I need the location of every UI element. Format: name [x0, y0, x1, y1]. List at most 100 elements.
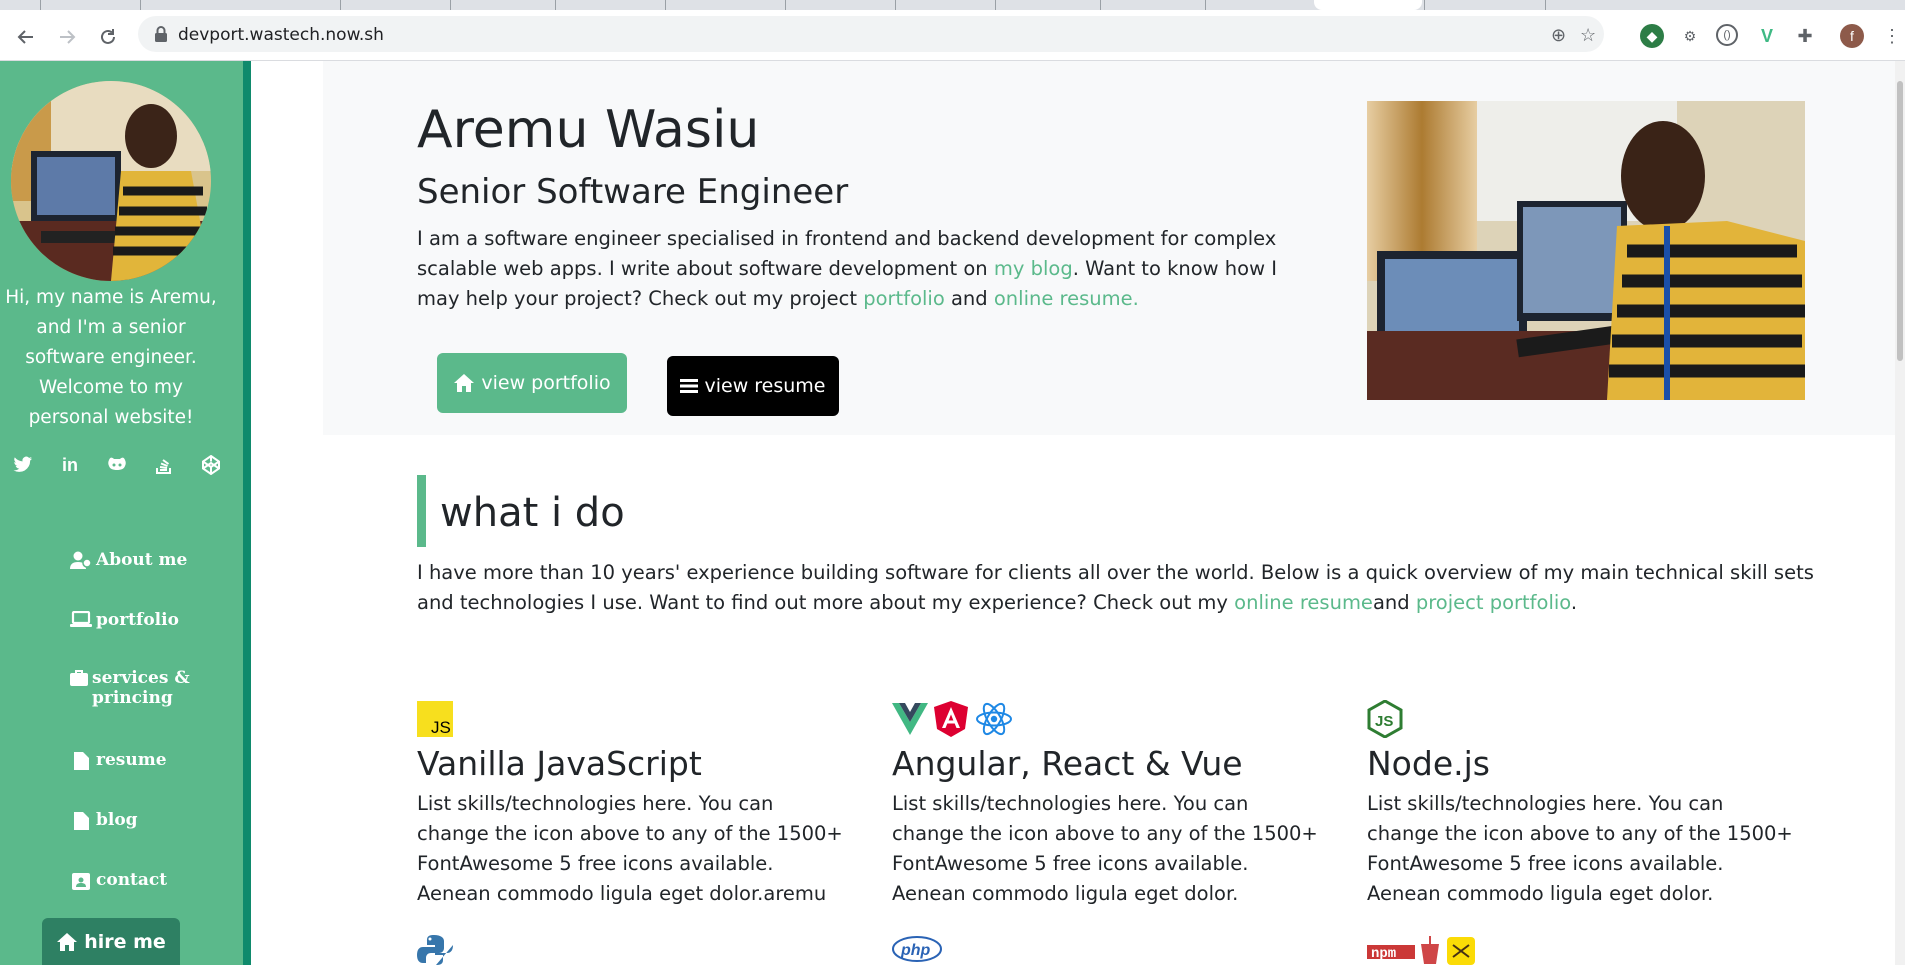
avatar: [11, 81, 211, 281]
skill-description: List skills/technologies here. You can c…: [417, 792, 843, 905]
section-text: I have more than 10 years' experience bu…: [417, 561, 1814, 614]
nav-about-me[interactable]: About me: [70, 550, 187, 570]
browser-tab-strip: [0, 0, 1905, 10]
bookmark-star-icon[interactable]: ☆: [1580, 25, 1596, 46]
skill-icons-row: php: [892, 935, 942, 963]
what-i-do-text: I have more than 10 years' experience bu…: [417, 558, 1817, 618]
reload-button[interactable]: [94, 23, 122, 51]
hire-me-button[interactable]: hire me: [42, 918, 180, 965]
linkedin-icon[interactable]: in: [59, 454, 81, 476]
nav-label: resume: [96, 750, 167, 770]
what-i-do-heading: what i do: [440, 490, 625, 536]
forward-button[interactable]: [53, 23, 81, 51]
portfolio-link[interactable]: portfolio: [863, 287, 945, 310]
browser-tab[interactable]: [665, 0, 776, 10]
resume-link[interactable]: online resume.: [994, 287, 1139, 310]
skill-card: Angular, React & Vue List skills/technol…: [892, 700, 1322, 909]
nav-resume[interactable]: resume: [70, 750, 167, 770]
skill-card: JS Vanilla JavaScript List skills/techno…: [417, 700, 847, 909]
sidebar-edge: [243, 61, 251, 965]
codepen-icon[interactable]: [200, 454, 222, 476]
view-resume-button[interactable]: view resume: [667, 356, 839, 416]
profile-title: Senior Software Engineer: [417, 172, 849, 212]
browser-tab[interactable]: [895, 0, 996, 10]
browser-tab-active[interactable]: [1314, 0, 1422, 10]
browser-tab[interactable]: [1545, 0, 1666, 10]
github-icon[interactable]: [106, 454, 128, 476]
nav-label: blog: [96, 810, 138, 830]
address-url[interactable]: devport.wastech.now.sh: [178, 25, 384, 45]
address-bar[interactable]: devport.wastech.now.sh ⊕ ☆: [138, 16, 1604, 52]
browser-tab[interactable]: [40, 0, 141, 10]
back-button[interactable]: [12, 23, 40, 51]
section-text: .: [1570, 591, 1578, 614]
js-icon: JS: [417, 701, 453, 737]
view-portfolio-button[interactable]: view portfolio: [437, 353, 627, 413]
laptop-icon: [70, 610, 92, 630]
nav-contact[interactable]: contact: [70, 870, 167, 890]
profile-photo: [11, 81, 211, 281]
browser-menu-icon[interactable]: ⋮: [1880, 24, 1904, 48]
view-resume-label: view resume: [704, 375, 826, 397]
home-icon: [57, 932, 78, 951]
reload-icon: [101, 29, 115, 44]
svg-text:JS: JS: [431, 718, 451, 737]
user-icon: [70, 550, 92, 570]
file-icon: [70, 810, 92, 830]
extensions-puzzle-icon[interactable]: ✚: [1793, 24, 1817, 48]
nav-portfolio[interactable]: portfolio: [70, 610, 179, 630]
profile-photo-large: [1367, 101, 1805, 400]
forward-arrow-icon: [60, 30, 76, 44]
twitter-icon[interactable]: [12, 454, 34, 476]
vue-icon: [892, 703, 928, 735]
home-icon: [454, 374, 475, 392]
extension-icon[interactable]: (): [1716, 24, 1738, 46]
hire-me-label: hire me: [84, 930, 166, 953]
project-portfolio-link[interactable]: project portfolio: [1416, 591, 1571, 614]
section-accent-bar: [417, 475, 426, 547]
online-resume-link[interactable]: online resume: [1234, 591, 1373, 614]
nav-label: About me: [96, 550, 188, 570]
browser-tab[interactable]: [1205, 0, 1316, 10]
browser-tab[interactable]: [340, 0, 451, 10]
browser-tab[interactable]: [785, 0, 896, 10]
briefcase-icon: [70, 668, 88, 688]
gulp-icon: [1421, 936, 1439, 964]
svg-text:npm: npm: [1371, 946, 1396, 962]
skill-title: Node.js: [1367, 744, 1490, 783]
nav-label: portfolio: [96, 610, 179, 630]
browser-tab[interactable]: [1424, 0, 1545, 10]
nav-blog[interactable]: blog: [70, 810, 138, 830]
browser-tab[interactable]: [995, 0, 1096, 10]
back-arrow-icon: [17, 30, 33, 44]
svg-text:php: php: [900, 942, 931, 959]
page-scrollbar[interactable]: [1895, 61, 1905, 965]
svg-text:JS: JS: [1375, 713, 1393, 730]
browser-tab[interactable]: [450, 0, 561, 10]
view-portfolio-label: view portfolio: [481, 372, 611, 394]
extension-icon[interactable]: ◆: [1640, 24, 1664, 48]
python-icon: [417, 935, 453, 965]
browser-tab[interactable]: [1100, 0, 1201, 10]
npm-icon: npm: [1367, 945, 1415, 962]
angular-icon: [934, 701, 968, 737]
profile-avatar[interactable]: f: [1840, 24, 1864, 48]
vue-devtools-icon[interactable]: V: [1755, 24, 1779, 48]
skill-description: List skills/technologies here. You can c…: [892, 792, 1318, 905]
grunt-icon: [1447, 937, 1475, 965]
nav-label: services & princing: [92, 668, 190, 708]
browser-tab[interactable]: [555, 0, 666, 10]
react-icon: [976, 702, 1012, 736]
bio-text: and: [944, 287, 994, 310]
stack-overflow-icon[interactable]: [153, 454, 175, 476]
php-icon: php: [892, 936, 942, 962]
browser-tab[interactable]: [140, 0, 251, 10]
nodejs-icon: JS: [1367, 700, 1403, 738]
scrollbar-thumb[interactable]: [1897, 81, 1903, 361]
skill-title: Vanilla JavaScript: [417, 744, 702, 783]
blog-link[interactable]: my blog: [994, 257, 1073, 280]
browser-toolbar: devport.wastech.now.sh ⊕ ☆ ◆ ⚙ () V ✚ f …: [0, 10, 1905, 61]
add-to-reading-list-icon[interactable]: ⊕: [1551, 25, 1566, 46]
extension-gear-icon[interactable]: ⚙: [1678, 24, 1702, 48]
nav-services[interactable]: services & princing: [70, 668, 220, 708]
